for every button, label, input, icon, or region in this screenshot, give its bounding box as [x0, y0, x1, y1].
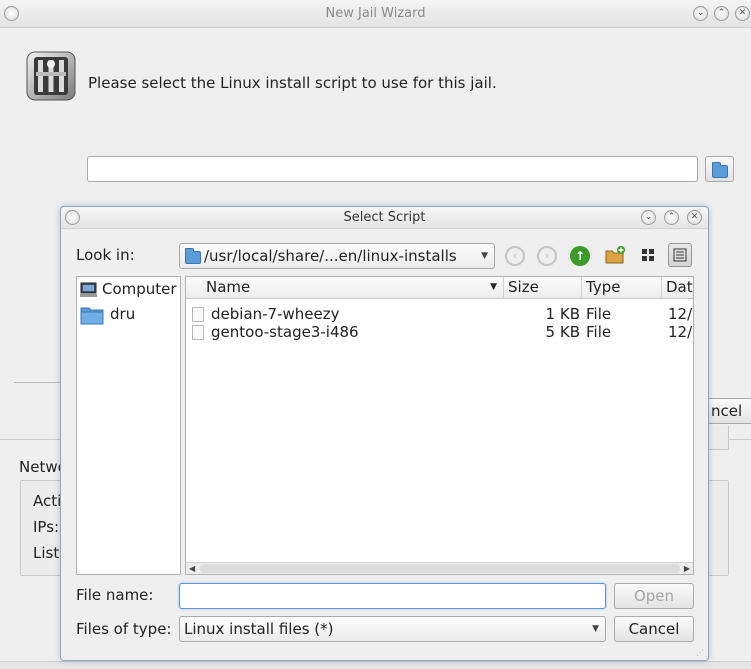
dialog-close-icon[interactable]: ✕	[687, 210, 702, 225]
file-name-input[interactable]	[179, 583, 606, 609]
column-header-date[interactable]: Dat	[662, 277, 693, 299]
file-name-label: File name:	[76, 586, 154, 604]
wizard-cancel-button[interactable]: ncel	[706, 398, 751, 424]
jail-icon	[24, 48, 78, 104]
main-window-bottom	[0, 661, 751, 669]
dialog-title: Select Script	[343, 210, 426, 225]
files-of-type-combo[interactable]: Linux install files (*) ▼	[179, 616, 606, 642]
file-size: 5 KB	[545, 323, 580, 341]
panel-edge	[708, 426, 729, 450]
sort-indicator-icon: ▼	[490, 282, 497, 292]
dialog-titlebar: Select Script ⌄ ⌃ ✕	[61, 207, 708, 229]
sidebar-item-label: dru	[110, 305, 136, 323]
network-line-active: Acti	[33, 492, 62, 510]
sidebar-item-label: Computer	[102, 280, 177, 298]
close-icon[interactable]: ✕	[735, 6, 750, 21]
file-icon	[192, 307, 204, 322]
folder-icon	[185, 248, 201, 264]
folder-icon	[80, 307, 104, 325]
look-in-combo[interactable]: /usr/local/share/...en/linux-installs ▼	[179, 243, 495, 269]
new-folder-icon[interactable]	[604, 245, 626, 267]
dialog-maximize-icon[interactable]: ⌃	[664, 210, 679, 225]
file-list-header: Name ▼ Size Type Dat	[186, 277, 693, 299]
file-size: 1 KB	[545, 305, 580, 323]
forward-icon[interactable]: ›	[537, 246, 557, 266]
file-list: Name ▼ Size Type Dat debian-7-wheezy 1 K…	[185, 276, 694, 575]
open-button[interactable]: Open	[614, 583, 694, 609]
look-in-path: /usr/local/share/...en/linux-installs	[204, 247, 457, 265]
wizard-separator	[14, 382, 60, 383]
maximize-icon[interactable]: ⌃	[714, 6, 729, 21]
cancel-button[interactable]: Cancel	[614, 616, 694, 642]
browse-button[interactable]	[705, 156, 734, 182]
files-of-type-label: Files of type:	[76, 620, 172, 638]
minimize-icon[interactable]: ⌄	[693, 6, 708, 21]
network-line-ips: IPs:	[33, 518, 60, 536]
list-view-icon[interactable]	[668, 243, 692, 267]
scroll-right-icon[interactable]: ▶	[684, 563, 690, 574]
horizontal-scrollbar[interactable]: ◀ ▶	[186, 562, 693, 574]
resize-grip-icon[interactable]: ⋰	[696, 648, 706, 658]
file-date: 12/	[668, 323, 693, 341]
detail-view-icon[interactable]	[636, 243, 660, 267]
file-name: debian-7-wheezy	[211, 305, 340, 323]
dialog-minimize-icon[interactable]: ⌄	[641, 210, 656, 225]
files-of-type-value: Linux install files (*)	[184, 620, 334, 638]
scrollbar-thumb[interactable]	[200, 564, 680, 573]
file-date: 12/	[668, 305, 693, 323]
file-name: gentoo-stage3-i486	[211, 323, 359, 341]
look-in-label: Look in:	[76, 246, 135, 264]
file-type: File	[586, 305, 612, 323]
script-path-input[interactable]	[87, 156, 698, 182]
sidebar-item-dru[interactable]: dru	[80, 304, 178, 326]
parent-directory-icon[interactable]: ↑	[570, 246, 590, 266]
file-row[interactable]: gentoo-stage3-i486 5 KB File 12/	[186, 323, 693, 341]
chevron-down-icon: ▼	[481, 251, 488, 261]
wizard-title: New Jail Wizard	[325, 6, 426, 21]
file-row[interactable]: debian-7-wheezy 1 KB File 12/	[186, 305, 693, 323]
wizard-titlebar: New Jail Wizard ⌄ ⌃ ✕	[0, 0, 751, 28]
back-icon[interactable]: ‹	[505, 246, 525, 266]
scroll-left-icon[interactable]: ◀	[189, 563, 195, 574]
file-icon	[192, 325, 204, 340]
places-sidebar: Computer dru	[76, 276, 181, 575]
sidebar-item-computer[interactable]: Computer	[80, 280, 178, 300]
network-line-list: List	[33, 544, 60, 562]
chevron-down-icon: ▼	[592, 624, 599, 634]
column-header-type[interactable]: Type	[582, 277, 662, 299]
select-script-dialog: Select Script ⌄ ⌃ ✕ Look in: /usr/local/…	[60, 206, 709, 661]
column-header-size[interactable]: Size	[504, 277, 582, 299]
file-type: File	[586, 323, 612, 341]
computer-icon	[80, 282, 97, 297]
column-label: Name	[206, 278, 251, 296]
folder-icon	[712, 162, 728, 178]
column-header-name[interactable]: Name ▼	[186, 277, 504, 299]
wizard-message: Please select the Linux install script t…	[88, 74, 497, 92]
